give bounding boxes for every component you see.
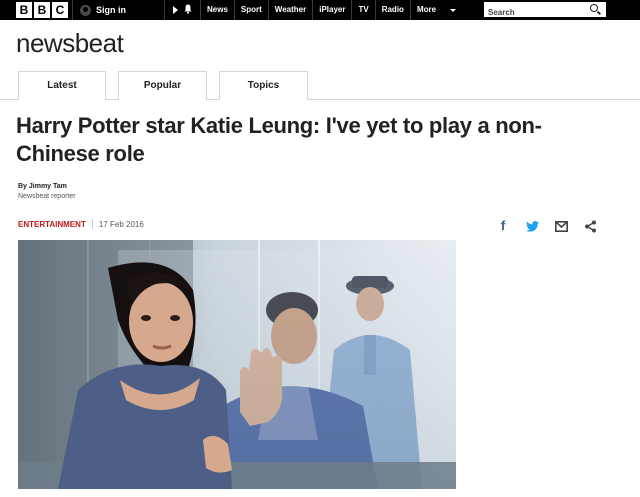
nav-item-weather[interactable]: Weather: [267, 0, 312, 20]
user-icon: [80, 4, 91, 16]
divider: [164, 0, 165, 20]
twitter-icon[interactable]: [525, 219, 539, 233]
bell-icon[interactable]: [184, 4, 192, 15]
nav-item-radio[interactable]: Radio: [374, 0, 410, 20]
newsbeat-brand[interactable]: newsbeat: [16, 28, 124, 59]
more-label: More: [416, 5, 437, 14]
email-icon[interactable]: [554, 219, 568, 233]
tab-latest[interactable]: Latest: [18, 71, 106, 100]
sign-in-link[interactable]: Sign in: [80, 0, 126, 20]
tab-popular[interactable]: Popular: [118, 71, 207, 100]
search-input[interactable]: [484, 5, 584, 20]
publish-date: 17 Feb 2016: [98, 219, 144, 229]
category-link[interactable]: ENTERTAINMENT: [18, 220, 86, 229]
divider: [72, 0, 73, 20]
nav-item-tv[interactable]: TV: [351, 0, 374, 20]
section-tabs: Latest Popular Topics: [0, 71, 640, 100]
global-nav: News Sport Weather iPlayer TV Radio More: [200, 0, 462, 20]
photo-scene: [18, 240, 456, 489]
bbc-logo[interactable]: B B C: [16, 2, 68, 18]
nav-item-iplayer[interactable]: iPlayer: [312, 0, 351, 20]
article-meta: ENTERTAINMENT 17 Feb 2016: [18, 218, 144, 230]
facebook-icon[interactable]: f: [498, 219, 508, 233]
byline-role: Newsbeat reporter: [18, 193, 76, 200]
bbc-top-bar: B B C Sign in News Sport Weather iPlayer…: [0, 0, 640, 20]
chevron-down-icon: [450, 8, 457, 12]
nav-item-sport[interactable]: Sport: [233, 0, 268, 20]
sign-in-label: Sign in: [96, 5, 126, 15]
tab-topics[interactable]: Topics: [219, 71, 308, 100]
share-icon[interactable]: [583, 219, 597, 233]
bbc-logo-letter: B: [34, 2, 50, 18]
play-icon[interactable]: [173, 6, 178, 14]
bbc-logo-letter: C: [52, 2, 68, 18]
article-headline: Harry Potter star Katie Leung: I've yet …: [16, 113, 542, 166]
search-icon[interactable]: [590, 4, 598, 12]
nav-item-news[interactable]: News: [200, 0, 234, 20]
byline-author: By Jimmy Tam: [18, 183, 67, 190]
divider: [91, 219, 93, 229]
search-box: [484, 2, 606, 20]
bbc-logo-letter: B: [16, 2, 32, 18]
article-photo: [18, 240, 456, 489]
nav-item-more[interactable]: More: [409, 0, 462, 20]
